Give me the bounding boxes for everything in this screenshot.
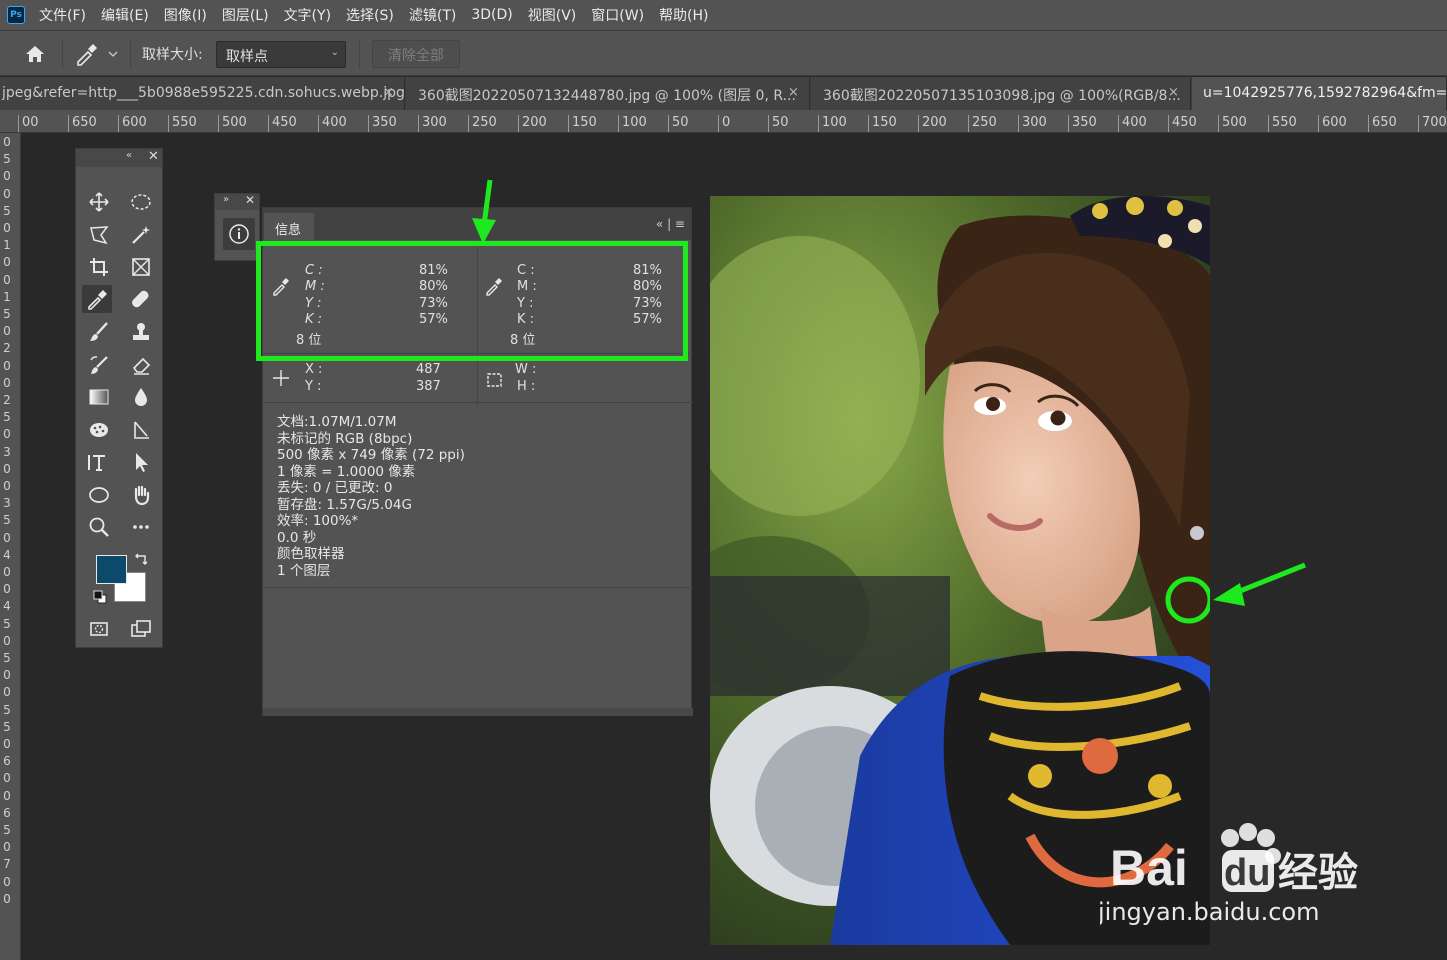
arrow-left-icon [1213,562,1306,606]
watermark-brand2: du [1224,852,1270,894]
watermark-suffix: 经验 [1278,850,1358,896]
arrow-down-icon [472,179,496,244]
watermark-url: jingyan.baidu.com [1100,898,1319,926]
highlight-circle [1165,576,1210,624]
watermark-brand: Bai [1110,840,1188,896]
baidu-watermark: Bai du 经验 jingyan.baidu.com [1097,820,1380,934]
